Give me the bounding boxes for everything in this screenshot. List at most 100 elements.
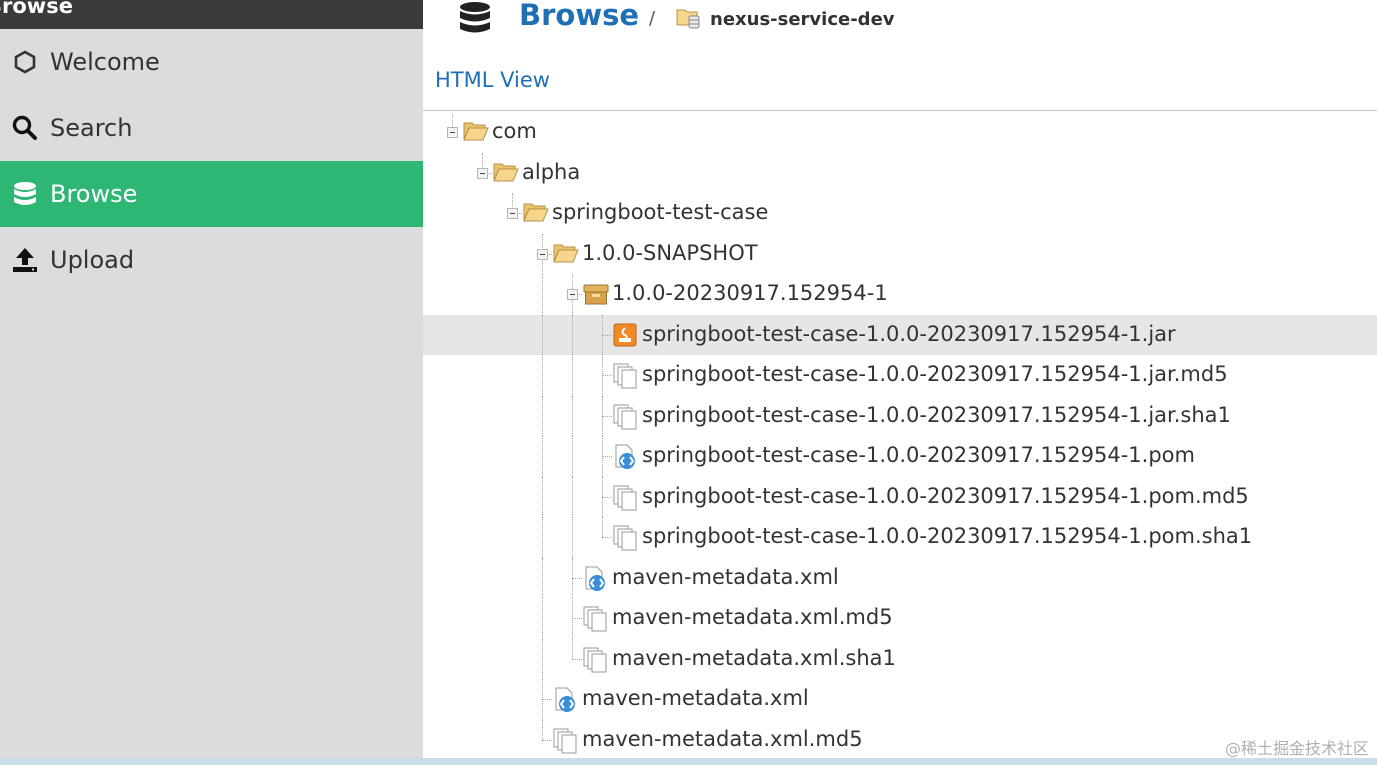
- sidebar-title: Browse: [0, 0, 423, 29]
- tree-row[interactable]: 1.0.0-SNAPSHOT: [423, 233, 1377, 274]
- tree-row[interactable]: maven-metadata.xml: [423, 679, 1377, 720]
- tree-guide-line: [542, 517, 543, 558]
- sidebar-nav: Welcome Search Browse Upload: [0, 29, 423, 293]
- checksum-file-icon: [583, 647, 609, 677]
- tree-row[interactable]: com: [423, 112, 1377, 152]
- sidebar: Browse Welcome Search Browse Upload: [0, 0, 423, 765]
- collapse-toggle[interactable]: [507, 208, 518, 220]
- tree-node-label: springboot-test-case-1.0.0-20230917.1529…: [642, 362, 1228, 386]
- tree-connector: [572, 577, 582, 579]
- checksum-file-icon: [613, 525, 639, 555]
- tree-guide-line: [542, 557, 543, 598]
- tree-connector: [602, 496, 612, 498]
- package-icon: [583, 282, 609, 310]
- tree-node-label: maven-metadata.xml.sha1: [612, 645, 896, 670]
- checksum-file-icon: [583, 606, 609, 636]
- tree-guide-line: [572, 395, 573, 436]
- tree-guide-line: [452, 114, 453, 128]
- tree-node-label: 1.0.0-20230917.152954-1: [612, 281, 888, 305]
- tree-guide-line: [542, 436, 543, 477]
- sidebar-item-label: Upload: [50, 246, 135, 274]
- tree-row[interactable]: springboot-test-case-1.0.0-20230917.1529…: [423, 395, 1377, 436]
- tree-row[interactable]: springboot-test-case-1.0.0-20230917.1529…: [423, 355, 1377, 396]
- tree-node-label: maven-metadata.xml: [582, 686, 809, 710]
- folder-open-icon: [493, 161, 519, 187]
- sidebar-item-browse[interactable]: Browse: [0, 161, 423, 227]
- tree-node-label: springboot-test-case-1.0.0-20230917.1529…: [642, 443, 1195, 467]
- tree-guide-line: [572, 517, 573, 558]
- tree-node-label: springboot-test-case: [552, 200, 769, 224]
- tree-guide-line: [542, 395, 543, 436]
- tree-connector: [572, 618, 582, 620]
- tree-row[interactable]: springboot-test-case-1.0.0-20230917.1529…: [423, 314, 1377, 355]
- tree-node-label: springboot-test-case-1.0.0-20230917.1529…: [642, 402, 1231, 427]
- xml-file-icon: [613, 444, 639, 474]
- sidebar-item-welcome[interactable]: Welcome: [0, 29, 423, 95]
- tree-guide-line: [542, 274, 543, 315]
- folder-open-icon: [553, 242, 579, 268]
- sidebar-item-search[interactable]: Search: [0, 95, 423, 161]
- tree-row[interactable]: maven-metadata.xml: [423, 557, 1377, 598]
- breadcrumb: Browse / nexus-service-dev: [423, 0, 1377, 44]
- repository-icon: [676, 6, 702, 34]
- database-icon: [0, 181, 50, 207]
- sidebar-item-label: Browse: [50, 180, 138, 208]
- divider: [423, 110, 1377, 111]
- collapse-toggle[interactable]: [567, 289, 578, 301]
- collapse-toggle[interactable]: [477, 167, 488, 179]
- tree-guide-line: [572, 314, 573, 355]
- tree-row[interactable]: springboot-test-case-1.0.0-20230917.1529…: [423, 436, 1377, 477]
- database-icon: [459, 0, 491, 40]
- window-bottom-edge: [0, 758, 1377, 765]
- tree-connector: [542, 699, 552, 701]
- tree-node-label: springboot-test-case-1.0.0-20230917.1529…: [642, 483, 1249, 508]
- tree-node-label: springboot-test-case-1.0.0-20230917.1529…: [642, 321, 1176, 346]
- tree-guide-line: [572, 476, 573, 517]
- html-view-link[interactable]: HTML View: [435, 68, 550, 92]
- tree-row[interactable]: maven-metadata.xml.md5: [423, 598, 1377, 639]
- tree-connector: [602, 537, 612, 539]
- folder-open-icon: [523, 201, 549, 227]
- tree-row[interactable]: springboot-test-case-1.0.0-20230917.1529…: [423, 517, 1377, 558]
- tree-connector: [602, 334, 612, 336]
- tree-guide-line: [542, 355, 543, 396]
- tree-guide-line: [542, 314, 543, 355]
- tree-guide-line: [572, 355, 573, 396]
- tree-node-label: springboot-test-case-1.0.0-20230917.1529…: [642, 524, 1253, 548]
- jar-file-icon: [613, 323, 637, 351]
- repository-name: nexus-service-dev: [710, 9, 895, 30]
- tree-node-label: com: [492, 119, 537, 143]
- checksum-file-icon: [613, 363, 639, 393]
- tree-connector: [602, 415, 612, 417]
- folder-open-icon: [463, 120, 489, 146]
- sidebar-item-label: Welcome: [50, 48, 160, 76]
- tree-guide-line: [572, 436, 573, 477]
- tree-row[interactable]: maven-metadata.xml.sha1: [423, 638, 1377, 679]
- tree-node-label: maven-metadata.xml.md5: [582, 726, 863, 751]
- tree-node-label: 1.0.0-SNAPSHOT: [582, 240, 758, 265]
- tree-row[interactable]: alpha: [423, 152, 1377, 193]
- upload-icon: [0, 247, 50, 273]
- collapse-toggle[interactable]: [537, 248, 548, 260]
- tree-node-label: alpha: [522, 159, 581, 184]
- search-icon: [0, 115, 50, 141]
- main-panel: Browse / nexus-service-dev HTML View com…: [423, 0, 1377, 765]
- xml-file-icon: [553, 687, 579, 717]
- page-title[interactable]: Browse: [519, 0, 639, 32]
- sidebar-item-upload[interactable]: Upload: [0, 227, 423, 293]
- sidebar-item-label: Search: [50, 114, 133, 142]
- checksum-file-icon: [613, 485, 639, 515]
- checksum-file-icon: [613, 404, 639, 434]
- tree-connector: [542, 739, 552, 741]
- tree-guide-line: [602, 517, 603, 538]
- tree-row[interactable]: springboot-test-case: [423, 193, 1377, 233]
- tree-row[interactable]: 1.0.0-20230917.152954-1: [423, 274, 1377, 315]
- checksum-file-icon: [553, 728, 579, 758]
- tree-connector: [602, 375, 612, 377]
- breadcrumb-separator: /: [649, 8, 656, 29]
- collapse-toggle[interactable]: [447, 127, 458, 139]
- tree-connector: [572, 658, 582, 660]
- tree-row[interactable]: springboot-test-case-1.0.0-20230917.1529…: [423, 476, 1377, 517]
- hexagon-icon: [0, 50, 50, 74]
- tree-node-label: maven-metadata.xml: [612, 564, 839, 589]
